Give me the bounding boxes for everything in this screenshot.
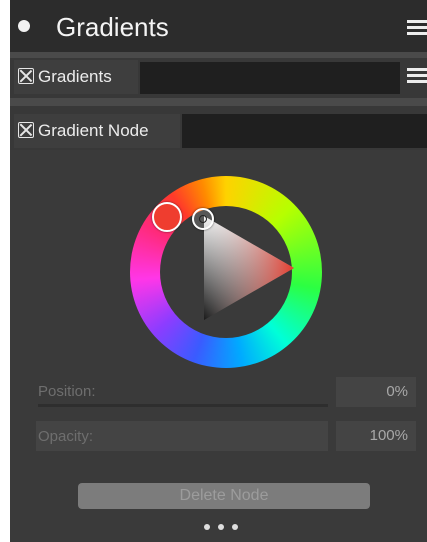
opacity-label: Opacity: bbox=[38, 428, 94, 445]
color-wheel-picker[interactable] bbox=[130, 176, 322, 368]
position-label: Position: bbox=[38, 383, 96, 400]
close-tab-icon[interactable] bbox=[18, 122, 34, 138]
tab-label: Gradient Node bbox=[38, 121, 149, 140]
saturation-handle[interactable] bbox=[192, 208, 214, 230]
position-slider[interactable] bbox=[38, 404, 328, 407]
gradients-panel: Gradients Gradients Gradient Node Positi… bbox=[10, 0, 427, 542]
panel-menu-icon[interactable] bbox=[407, 20, 427, 36]
tab-row-gradients: Gradients bbox=[10, 58, 427, 98]
tab-menu-icon[interactable] bbox=[407, 68, 427, 84]
tab-gradient-node[interactable]: Gradient Node bbox=[14, 114, 180, 148]
hue-handle[interactable] bbox=[152, 202, 182, 232]
opacity-field[interactable]: 100% bbox=[336, 421, 416, 451]
tab-strip-empty bbox=[182, 114, 427, 148]
panel-title: Gradients bbox=[56, 12, 169, 42]
tab-strip-empty bbox=[140, 62, 400, 94]
panel-title-bar: Gradients bbox=[10, 0, 427, 52]
more-options-icon[interactable] bbox=[204, 524, 244, 532]
tab-gradients[interactable]: Gradients bbox=[14, 60, 138, 94]
delete-node-button[interactable]: Delete Node bbox=[78, 483, 370, 509]
divider bbox=[10, 98, 427, 106]
tab-label: Gradients bbox=[38, 67, 112, 86]
close-tab-icon[interactable] bbox=[18, 68, 34, 84]
panel-bullet-icon bbox=[18, 20, 30, 32]
position-field[interactable]: 0% bbox=[336, 377, 416, 407]
tab-row-gradient-node: Gradient Node bbox=[10, 106, 427, 150]
